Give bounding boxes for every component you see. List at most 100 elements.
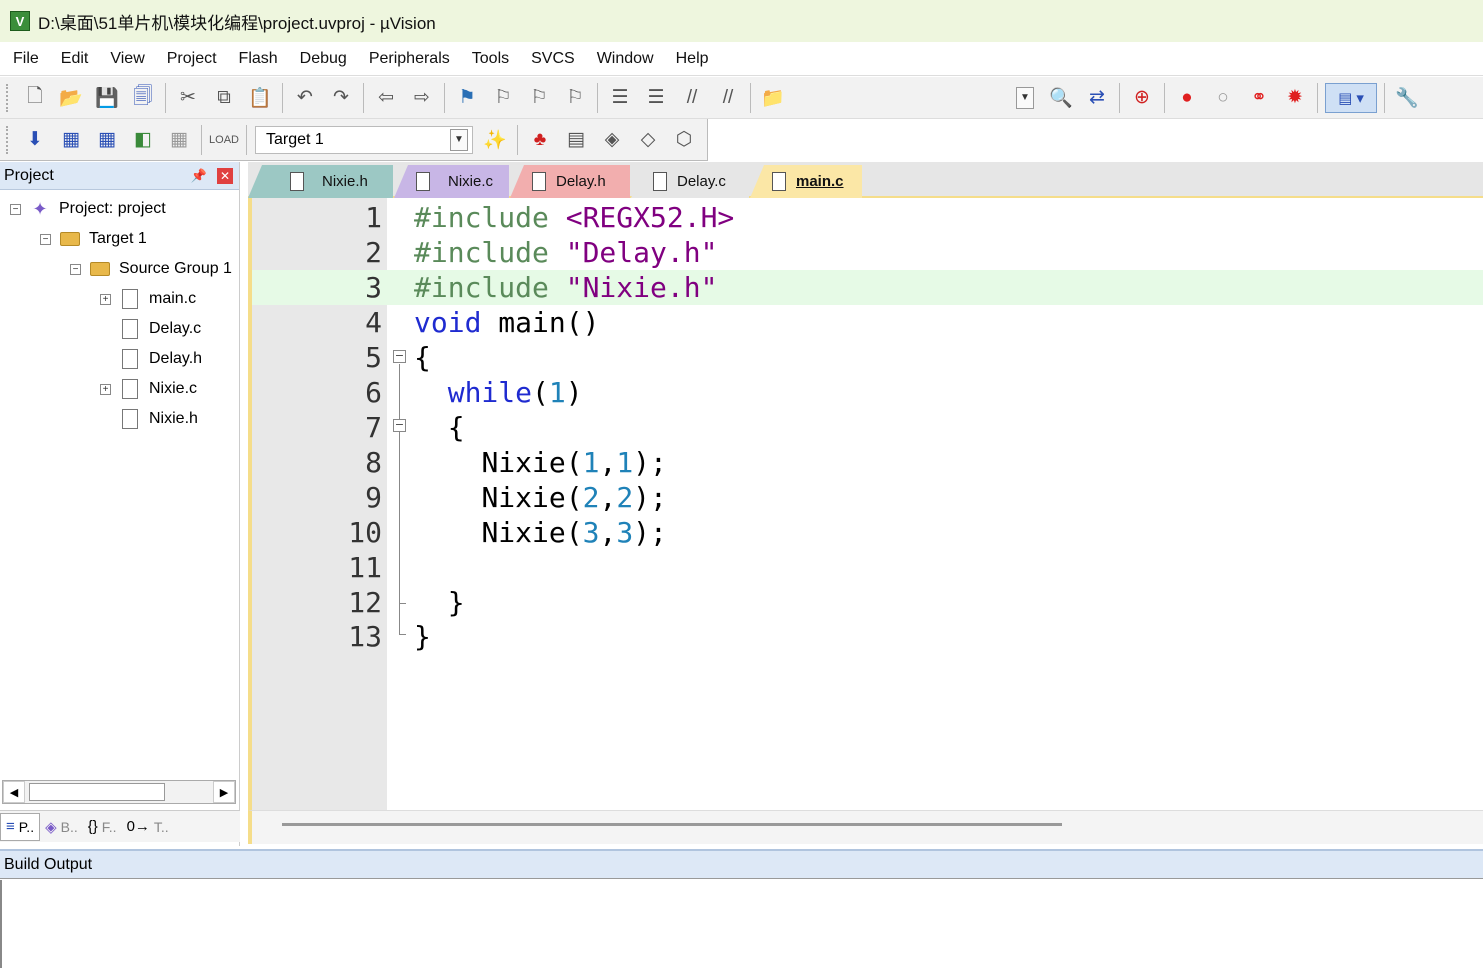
download-icon[interactable]: LOAD — [209, 125, 239, 155]
collapse-icon[interactable]: − — [40, 233, 51, 245]
tab-main-c[interactable]: main.c — [750, 165, 862, 198]
tree-item-nixie-c[interactable]: + Nixie.c — [100, 374, 197, 404]
scroll-thumb[interactable] — [282, 823, 1062, 826]
menu-flash[interactable]: Flash — [228, 42, 289, 76]
uncomment-icon[interactable]: // — [713, 83, 743, 113]
expand-icon[interactable]: + — [100, 383, 111, 395]
tab-templates[interactable]: 0→ T.. — [122, 813, 174, 841]
code-line[interactable]: 1 #include <REGX52.H> — [252, 200, 1483, 235]
paste-icon[interactable]: 📋 — [245, 83, 275, 113]
scroll-left-icon[interactable]: ◀ — [3, 781, 25, 803]
configure-icon[interactable]: 🔧 — [1392, 83, 1422, 113]
close-icon[interactable]: ✕ — [217, 167, 233, 184]
code-line[interactable]: 7 { — [252, 410, 1483, 445]
tree-item-source-group[interactable]: − Source Group 1 — [70, 254, 232, 284]
stop-build-icon[interactable]: ▦ — [164, 125, 194, 155]
fold-collapse-icon[interactable]: − — [393, 419, 406, 432]
code-line[interactable]: 12 } — [252, 585, 1483, 620]
find-in-files-icon[interactable]: 📁 — [758, 83, 788, 113]
undo-icon[interactable]: ↶ — [290, 83, 320, 113]
navigate-forward-icon[interactable]: ⇨ — [407, 83, 437, 113]
code-line[interactable]: 11 — [252, 550, 1483, 585]
translate-icon[interactable]: ⬇ — [20, 125, 50, 155]
scroll-right-icon[interactable]: ▶ — [213, 781, 235, 803]
menu-window[interactable]: Window — [586, 42, 665, 76]
tab-delay-h[interactable]: Delay.h — [510, 165, 630, 198]
tree-item-delay-h[interactable]: Delay.h — [100, 344, 202, 374]
tab-books[interactable]: ◈ B.. — [40, 813, 83, 841]
code-line[interactable]: 5 { — [252, 340, 1483, 375]
menu-debug[interactable]: Debug — [289, 42, 358, 76]
collapse-icon[interactable]: − — [70, 263, 81, 275]
tree-item-delay-c[interactable]: Delay.c — [100, 314, 201, 344]
code-line[interactable]: 13 } — [252, 619, 1483, 654]
expand-icon[interactable]: + — [100, 293, 111, 305]
fold-collapse-icon[interactable]: − — [393, 350, 406, 363]
project-horizontal-scrollbar[interactable]: ◀ ▶ — [2, 780, 236, 804]
bookmark-icon[interactable]: ⚑ — [452, 83, 482, 113]
tree-item-nixie-h[interactable]: Nixie.h — [100, 404, 198, 434]
menu-peripherals[interactable]: Peripherals — [358, 42, 461, 76]
tab-delay-c[interactable]: Delay.c — [631, 165, 749, 198]
toolbar-grip[interactable] — [6, 125, 11, 154]
unindent-icon[interactable]: ☰ — [641, 83, 671, 113]
code-line[interactable]: 4 void main() — [252, 305, 1483, 340]
manage-runtime-icon[interactable]: ◇ — [633, 125, 663, 155]
tree-item-target[interactable]: − Target 1 — [40, 224, 147, 254]
insert-breakpoint-icon[interactable]: ● — [1172, 83, 1202, 113]
copy-icon[interactable]: ⧉ — [209, 83, 239, 113]
collapse-icon[interactable]: − — [10, 203, 21, 215]
tab-nixie-h[interactable]: Nixie.h — [248, 165, 393, 198]
next-bookmark-icon[interactable]: ⚐ — [524, 83, 554, 113]
toolbar-grip[interactable] — [6, 83, 11, 112]
clear-bookmarks-icon[interactable]: ⚐ — [560, 83, 590, 113]
build-output-pane[interactable] — [0, 880, 1483, 968]
select-packs-icon[interactable]: ◈ — [597, 125, 627, 155]
manage-multi-project-icon[interactable]: ▤ — [561, 125, 591, 155]
redo-icon[interactable]: ↷ — [326, 83, 356, 113]
target-options-icon[interactable]: ✨ — [480, 125, 510, 155]
incremental-find-icon[interactable]: ⇄ — [1082, 83, 1112, 113]
editor-horizontal-scrollbar[interactable] — [248, 810, 1483, 844]
scroll-thumb[interactable] — [29, 783, 165, 801]
tree-item-project[interactable]: − ✦ Project: project — [10, 194, 166, 224]
window-layout-icon[interactable]: ▤ ▾ — [1325, 82, 1377, 113]
menu-file[interactable]: File — [2, 42, 50, 76]
indent-icon[interactable]: ☰ — [605, 83, 635, 113]
menu-tools[interactable]: Tools — [461, 42, 520, 76]
comment-icon[interactable]: // — [677, 83, 707, 113]
menu-svcs[interactable]: SVCS — [520, 42, 586, 76]
pin-icon[interactable]: 📌 — [191, 168, 207, 184]
tab-project[interactable]: ≡ P.. — [0, 812, 41, 841]
target-select[interactable]: Target 1 ▼ — [255, 125, 473, 154]
save-all-icon[interactable]: 🗐 — [128, 83, 158, 113]
open-file-icon[interactable]: 📂 — [56, 83, 86, 113]
pack-installer-icon[interactable]: ⬡ — [669, 125, 699, 155]
code-line[interactable]: 6 while(1) — [252, 375, 1483, 410]
tab-functions[interactable]: {} F.. — [83, 813, 122, 841]
menu-project[interactable]: Project — [156, 42, 228, 76]
code-line-current[interactable]: 3 #include "Nixie.h" — [252, 270, 1483, 305]
chevron-down-icon[interactable]: ▼ — [450, 128, 468, 151]
build-icon[interactable]: ▦ — [56, 125, 86, 155]
find-dropdown-icon[interactable]: ▼ — [1010, 83, 1040, 113]
manage-project-items-icon[interactable]: ♣ — [525, 125, 555, 155]
enable-breakpoint-icon[interactable]: ○ — [1208, 83, 1238, 113]
code-line[interactable]: 2 #include "Delay.h" — [252, 235, 1483, 270]
start-debug-icon[interactable]: ⊕ — [1127, 83, 1157, 113]
cut-icon[interactable]: ✂ — [173, 83, 203, 113]
code-line[interactable]: 10 Nixie(3,3); — [252, 515, 1483, 550]
menu-help[interactable]: Help — [665, 42, 720, 76]
disable-all-breakpoints-icon[interactable]: ⚭ — [1244, 83, 1274, 113]
menu-edit[interactable]: Edit — [50, 42, 100, 76]
prev-bookmark-icon[interactable]: ⚐ — [488, 83, 518, 113]
code-line[interactable]: 9 Nixie(2,2); — [252, 480, 1483, 515]
menu-view[interactable]: View — [99, 42, 155, 76]
rebuild-icon[interactable]: ▦ — [92, 125, 122, 155]
batch-build-icon[interactable]: ◧ — [128, 125, 158, 155]
navigate-back-icon[interactable]: ⇦ — [371, 83, 401, 113]
save-icon[interactable]: 💾 — [92, 83, 122, 113]
new-file-icon[interactable]: 🗋 — [20, 83, 50, 113]
code-editor[interactable]: 1 #include <REGX52.H> 2 #include "Delay.… — [248, 198, 1483, 810]
find-icon[interactable]: 🔍 — [1046, 83, 1076, 113]
